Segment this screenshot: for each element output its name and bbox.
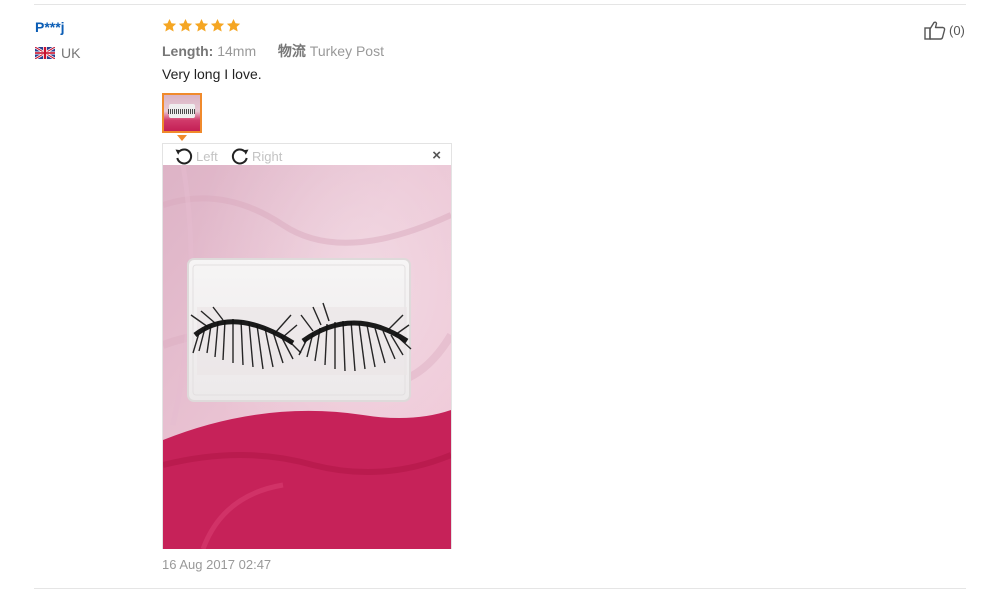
close-viewer-button[interactable]: × bbox=[432, 147, 441, 164]
photo-viewer: Left Right × bbox=[162, 143, 452, 549]
star-icon bbox=[226, 18, 241, 32]
bottom-divider bbox=[34, 588, 966, 589]
rotate-right-button[interactable]: Right bbox=[229, 146, 282, 166]
uk-flag-icon bbox=[35, 47, 55, 59]
logistics-value: Turkey Post bbox=[309, 43, 384, 59]
length-label: Length: bbox=[162, 43, 214, 59]
helpful-button[interactable]: (0) bbox=[924, 20, 965, 40]
buyer-name[interactable]: P***j bbox=[35, 19, 65, 35]
review-photo-thumbnail[interactable] bbox=[162, 93, 202, 133]
helpful-count: (0) bbox=[949, 22, 965, 38]
star-icon bbox=[194, 18, 209, 32]
rotate-left-label: Left bbox=[196, 148, 218, 164]
review-attributes: Length: 14mm 物流 Turkey Post bbox=[162, 41, 384, 61]
rotate-left-icon bbox=[175, 148, 193, 165]
rotate-right-icon bbox=[231, 148, 249, 165]
review-text: Very long I love. bbox=[162, 66, 262, 82]
star-icon bbox=[210, 18, 225, 32]
length-value: 14mm bbox=[217, 43, 257, 59]
logistics-label: 物流 bbox=[277, 43, 306, 59]
top-divider bbox=[34, 4, 966, 5]
review-photo bbox=[163, 165, 451, 549]
review-timestamp: 16 Aug 2017 02:47 bbox=[162, 557, 272, 572]
star-icon bbox=[178, 18, 193, 32]
thumbs-up-icon bbox=[924, 21, 946, 40]
star-icon bbox=[162, 18, 177, 32]
country-label: UK bbox=[61, 45, 81, 61]
close-icon: × bbox=[432, 147, 441, 164]
photo-viewer-toolbar: Left Right × bbox=[163, 144, 451, 166]
buyer-country: UK bbox=[35, 45, 80, 61]
rotate-right-label: Right bbox=[252, 148, 283, 164]
star-rating bbox=[162, 18, 241, 33]
thumbnail-caret bbox=[177, 135, 187, 141]
rotate-left-button[interactable]: Left bbox=[173, 146, 218, 166]
